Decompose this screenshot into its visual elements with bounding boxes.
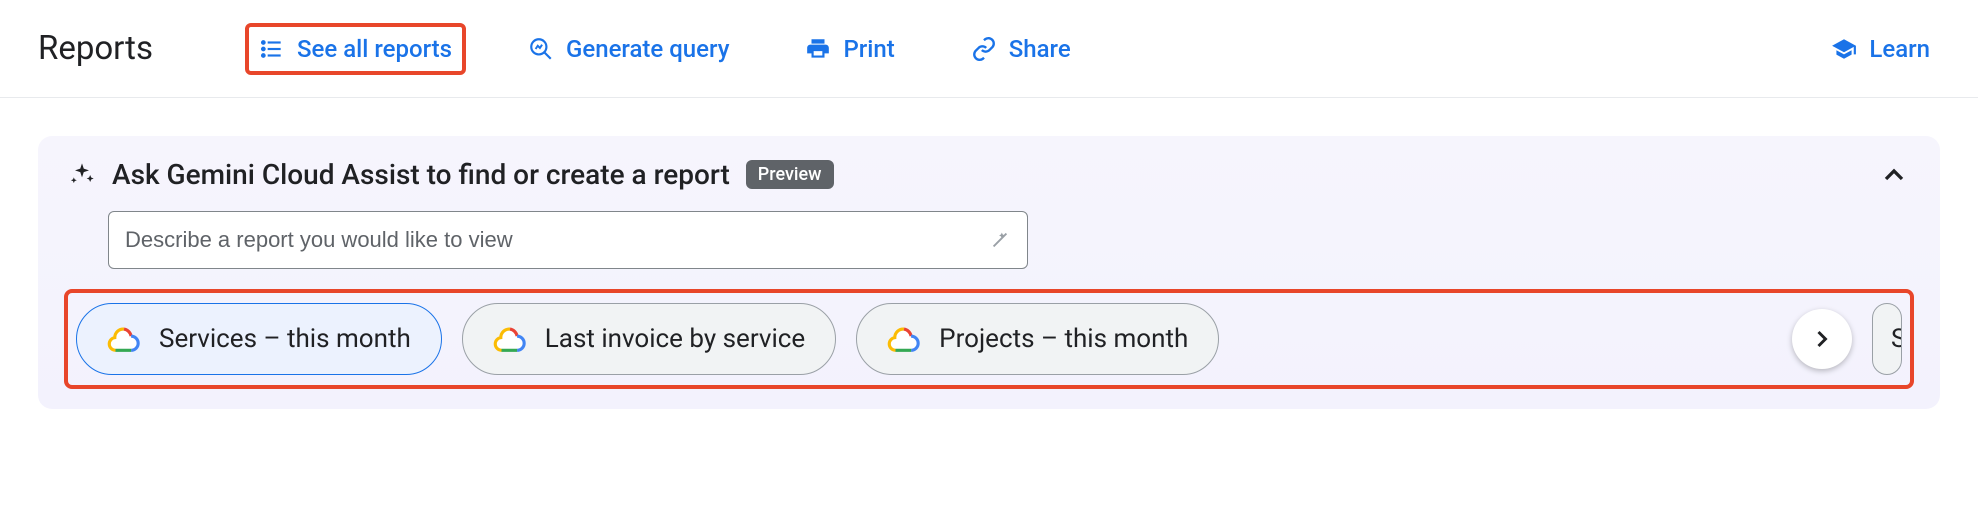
chevron-right-icon [1808, 325, 1836, 353]
gemini-title: Ask Gemini Cloud Assist to find or creat… [112, 158, 730, 191]
link-icon [971, 36, 997, 62]
scroll-right-button[interactable] [1792, 309, 1852, 369]
generate-query-link[interactable]: Generate query [518, 27, 739, 71]
print-link[interactable]: Print [795, 27, 904, 71]
suggestion-chips-row: Services – this month Last invoice by se… [68, 293, 1910, 385]
chip-label: Last invoice by service [545, 324, 805, 354]
print-icon [805, 36, 831, 62]
gemini-panel: Ask Gemini Cloud Assist to find or creat… [38, 136, 1940, 409]
chip-last-invoice-by-service[interactable]: Last invoice by service [462, 303, 836, 375]
collapse-panel-button[interactable] [1878, 159, 1910, 191]
gemini-panel-header: Ask Gemini Cloud Assist to find or creat… [68, 158, 1910, 191]
learn-link[interactable]: Learn [1821, 27, 1940, 71]
sparkle-icon [68, 161, 96, 189]
see-all-reports-label: See all reports [297, 35, 452, 63]
learn-label: Learn [1869, 35, 1930, 63]
magic-wand-icon [989, 229, 1011, 251]
chip-projects-this-month[interactable]: Projects – this month [856, 303, 1219, 375]
google-cloud-icon [107, 322, 141, 356]
chip-label: Services – this month [159, 324, 411, 354]
reports-header: Reports See all reports Generate query [0, 0, 1978, 98]
share-label: Share [1009, 35, 1071, 63]
chip-overflow-peek[interactable]: S [1872, 303, 1902, 375]
gemini-panel-container: Ask Gemini Cloud Assist to find or creat… [0, 98, 1978, 409]
chip-services-this-month[interactable]: Services – this month [76, 303, 442, 375]
learn-icon [1831, 36, 1857, 62]
preview-badge: Preview [746, 160, 834, 189]
page-title: Reports [38, 29, 153, 68]
google-cloud-icon [493, 322, 527, 356]
print-label: Print [843, 35, 894, 63]
gemini-input-box[interactable] [108, 211, 1028, 269]
see-all-reports-link[interactable]: See all reports [249, 27, 462, 71]
share-link[interactable]: Share [961, 27, 1081, 71]
list-icon [259, 36, 285, 62]
chip-label: S [1891, 324, 1902, 354]
chip-label: Projects – this month [939, 324, 1188, 354]
query-stats-icon [528, 36, 554, 62]
gemini-input-row [108, 211, 1910, 269]
google-cloud-icon [887, 322, 921, 356]
gemini-search-input[interactable] [125, 227, 977, 253]
generate-query-label: Generate query [566, 35, 729, 63]
